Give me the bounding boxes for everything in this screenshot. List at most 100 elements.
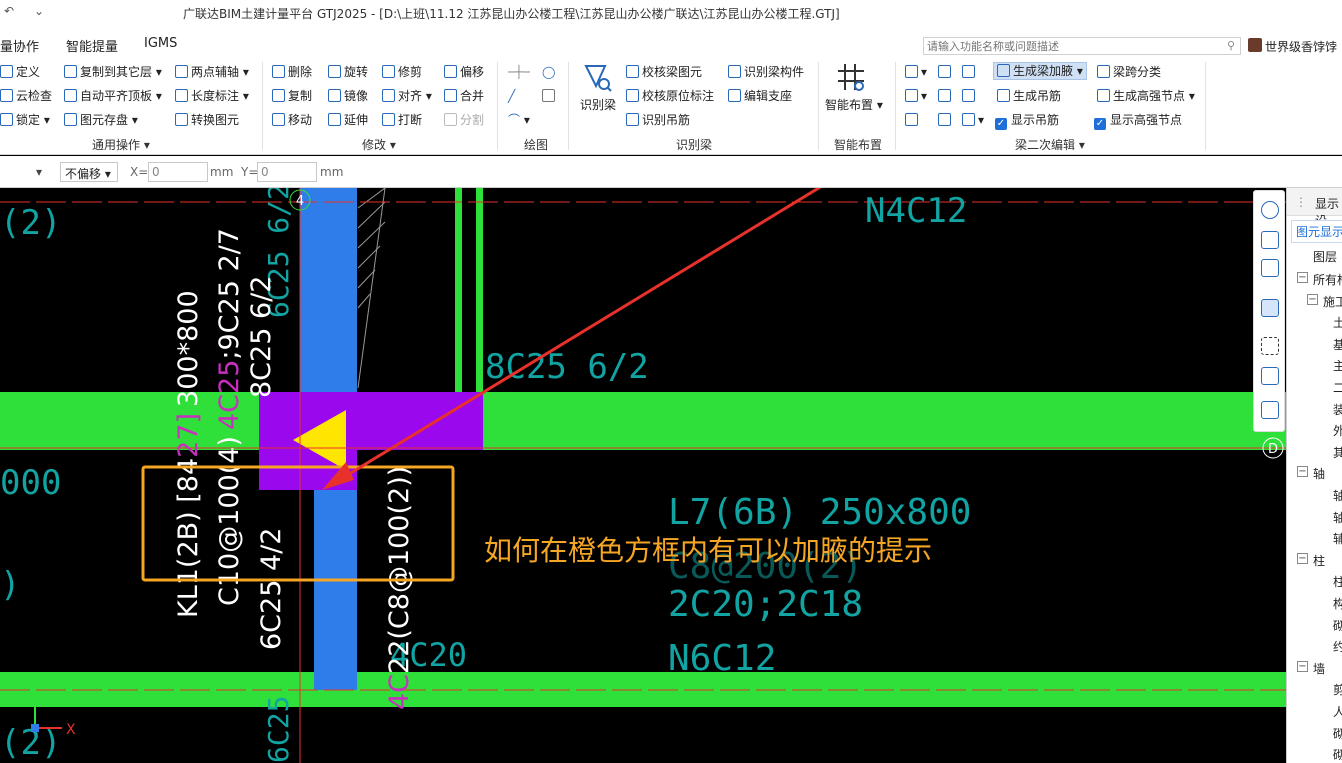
lock-button[interactable]: 锁定 ▾ [0, 113, 50, 127]
function-search-input[interactable] [924, 38, 1214, 54]
username[interactable]: 世界级香饽饽 [1265, 38, 1337, 55]
tree-item[interactable]: −施工 [1287, 290, 1342, 311]
collapse-icon[interactable]: − [1297, 466, 1308, 478]
show-high-strength-node-checkbox[interactable]: ✓ 显示高强节点 [1094, 113, 1182, 130]
two-point-axis-button[interactable]: 两点辅轴 ▾ [175, 65, 249, 79]
merge-button[interactable]: 合并 [444, 89, 484, 103]
tree-item[interactable]: 砌 [1287, 743, 1342, 763]
check-in-situ-label-button[interactable]: 校核原位标注 [626, 89, 714, 103]
collapse-icon[interactable]: − [1307, 293, 1318, 305]
tree-item[interactable]: 剪 [1287, 678, 1342, 699]
tree-item[interactable]: 砌 [1287, 722, 1342, 743]
beam-column-joint[interactable] [259, 392, 483, 450]
tree-item[interactable]: 柱 [1287, 570, 1342, 591]
length-dimension-button[interactable]: 长度标注 ▾ [175, 89, 249, 103]
function-search-box[interactable]: ⚲ [923, 37, 1241, 55]
collapse-icon[interactable]: − [1297, 272, 1308, 283]
tab-element-display[interactable]: 图元显示 [1291, 220, 1342, 243]
split-button[interactable]: 分割 [444, 113, 484, 127]
line-tool[interactable]: ╱ [508, 89, 515, 103]
offset-button[interactable]: 偏移 [444, 65, 484, 79]
beam-span-classify-button[interactable]: 梁跨分类 [1097, 65, 1161, 79]
beam-tool-3[interactable] [905, 113, 921, 127]
extend-button[interactable]: 延伸 [328, 113, 368, 127]
group-beam-secondary-edit[interactable]: 梁二次编辑 ▾ [1015, 136, 1085, 153]
convert-element-button[interactable]: 转换图元 [175, 113, 239, 127]
quick-access-more[interactable]: ⌄ [34, 4, 44, 18]
tree-item[interactable]: 土 [1287, 311, 1342, 332]
rect-tool[interactable] [542, 89, 558, 103]
orbit-icon[interactable] [1261, 201, 1279, 219]
avatar[interactable] [1248, 38, 1262, 52]
y-offset-input[interactable] [257, 162, 317, 182]
point-tool[interactable]: ─┼─ [508, 65, 530, 79]
show-hanger-checkbox[interactable]: ✓ 显示吊筋 [995, 113, 1059, 130]
cloud-check-button[interactable]: 云检查 [0, 89, 52, 103]
tree-item[interactable]: 二 [1287, 376, 1342, 397]
panel-collapse-handle[interactable] [1286, 470, 1287, 530]
beam-tool-2[interactable]: ▾ [905, 89, 927, 103]
tree-item[interactable]: − 轴 [1287, 462, 1342, 483]
search-icon[interactable]: ⚲ [1227, 39, 1235, 52]
mirror-button[interactable]: 镜像 [328, 89, 368, 103]
undo-icon[interactable]: ↶ [4, 4, 14, 18]
zoom-extents-icon[interactable] [1261, 337, 1279, 355]
collapse-icon[interactable]: − [1297, 552, 1308, 564]
drawing-canvas[interactable]: 4 D N4C12 8C25 6/2 L7(6B) 250x800 C8@200… [0, 188, 1286, 763]
copy-to-other-layer-button[interactable]: 复制到其它层 ▾ [64, 65, 162, 79]
circle-tool[interactable]: ◯ [542, 65, 555, 79]
smart-layout-button[interactable]: 智能布置 ▾ [825, 62, 883, 113]
delete-button[interactable]: 删除 [272, 65, 312, 79]
tree-item[interactable]: 装 [1287, 398, 1342, 419]
component-view-icon[interactable] [1261, 367, 1279, 385]
properties-icon[interactable] [1261, 401, 1279, 419]
generate-high-strength-node-button[interactable]: 生成高强节点 ▾ [1097, 89, 1195, 103]
recognize-beam-component-button[interactable]: 识别梁构件 [728, 65, 804, 79]
tree-item[interactable]: 轴线 [1287, 484, 1342, 505]
cube-view-icon[interactable] [1261, 259, 1279, 277]
trim-button[interactable]: 修剪 [382, 65, 422, 79]
define-button[interactable]: 定义 [0, 65, 40, 79]
generate-beam-haunch-button[interactable]: 生成梁加腋 ▾ [993, 62, 1087, 80]
tree-item[interactable]: 人 [1287, 700, 1342, 721]
auto-flush-top-button[interactable]: 自动平齐顶板 ▾ [64, 89, 162, 103]
beam-tool-7[interactable] [962, 65, 978, 79]
copy-button[interactable]: 复制 [272, 89, 312, 103]
menu-item-igms[interactable]: IGMS [144, 36, 177, 51]
tree-item[interactable]: 构 [1287, 592, 1342, 613]
recognize-beam-button[interactable]: 识别梁 [578, 62, 618, 113]
beam-tool-1[interactable]: ▾ [905, 65, 927, 79]
offset-mode-select[interactable]: 不偏移 ▾ [60, 162, 118, 182]
menu-item-smart-quantity[interactable]: 智能提量 [66, 36, 118, 55]
arc-tool[interactable]: ⌒ ▾ [508, 113, 530, 127]
tree-item[interactable]: 轴 [1287, 506, 1342, 527]
tree-item[interactable]: 其 [1287, 441, 1342, 462]
recognize-hanger-button[interactable]: 识别吊筋 [626, 113, 690, 127]
rotate-button[interactable]: 旋转 [328, 65, 368, 79]
chevron-down-icon[interactable]: ▾ [36, 165, 42, 179]
grip-icon[interactable]: ⋮ [1295, 195, 1307, 209]
tree-item[interactable]: 基 [1287, 333, 1342, 354]
align-button[interactable]: 对齐 ▾ [382, 89, 432, 103]
tree-item[interactable]: −所有构 [1287, 268, 1342, 289]
tree-item[interactable]: 砌 [1287, 614, 1342, 635]
check-beam-element-button[interactable]: 校核梁图元 [626, 65, 702, 79]
edit-support-button[interactable]: 编辑支座 [728, 89, 792, 103]
beam-tool-8[interactable] [962, 89, 978, 103]
tree-item[interactable]: 外 [1287, 419, 1342, 440]
cad-drawing[interactable]: 4 D N4C12 8C25 6/2 L7(6B) 250x800 C8@200… [0, 188, 1286, 763]
menu-item-collab[interactable]: 量协作 [0, 36, 39, 55]
3d-view-icon[interactable] [1261, 231, 1279, 249]
generate-hanger-button[interactable]: 生成吊筋 [997, 89, 1061, 103]
tree-item[interactable]: 辅 [1287, 527, 1342, 548]
break-button[interactable]: 打断 [382, 113, 422, 127]
move-button[interactable]: 移动 [272, 113, 312, 127]
x-offset-input[interactable] [148, 162, 208, 182]
collapse-icon[interactable]: − [1297, 660, 1308, 672]
tree-item[interactable]: − 墙 [1287, 657, 1342, 678]
group-general[interactable]: 通用操作 ▾ [92, 136, 150, 153]
column-blue-top[interactable] [300, 188, 357, 392]
tree-item[interactable]: 主 [1287, 354, 1342, 375]
tree-item[interactable]: 约 [1287, 635, 1342, 656]
tree-item[interactable]: − 柱 [1287, 549, 1342, 570]
